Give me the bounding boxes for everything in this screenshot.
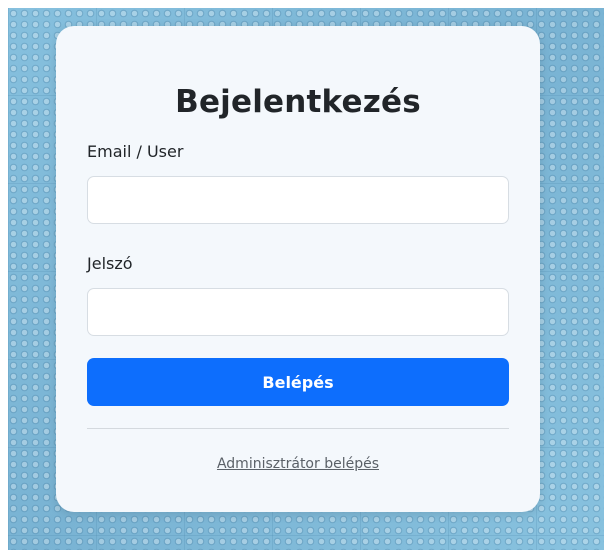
admin-login-link[interactable]: Adminisztrátor belépés [56, 456, 540, 472]
divider [87, 428, 509, 429]
password-field[interactable] [87, 288, 509, 336]
login-button[interactable]: Belépés [87, 358, 509, 406]
email-label: Email / User [87, 142, 184, 161]
login-card: Bejelentkezés Email / User Jelszó Belépé… [56, 26, 540, 512]
email-field[interactable] [87, 176, 509, 224]
password-label: Jelszó [87, 254, 133, 273]
page-title: Bejelentkezés [175, 84, 421, 120]
